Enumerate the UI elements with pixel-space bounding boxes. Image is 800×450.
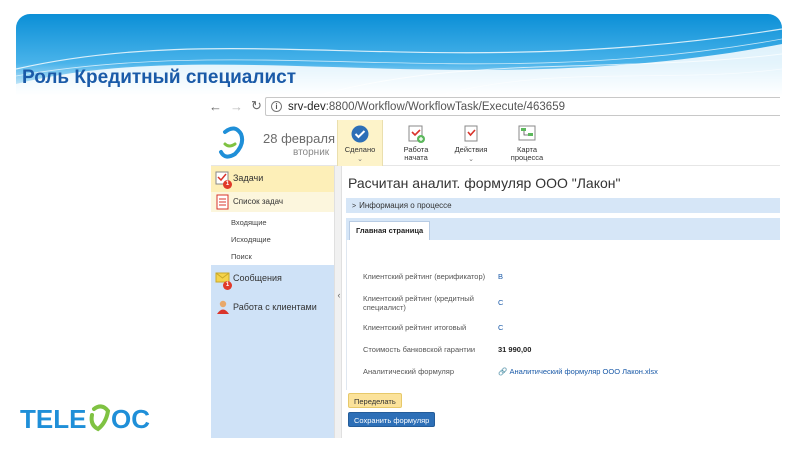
attachment-link[interactable]: 🔗 Аналитический формуляр ООО Лакон.xlsx bbox=[498, 367, 658, 376]
address-bar[interactable]: i srv-dev:8800/Workflow/WorkflowTask/Exe… bbox=[265, 97, 780, 116]
slide-title: Роль Кредитный специалист bbox=[22, 67, 296, 88]
workflow-app: 28 февраля вторник Сделано ⌄ Работа нача… bbox=[211, 120, 780, 438]
info-icon[interactable]: i bbox=[271, 101, 282, 112]
arrow-right-icon[interactable]: → bbox=[230, 99, 243, 114]
field-value: C bbox=[498, 323, 504, 332]
app-header: 28 февраля вторник Сделано ⌄ Работа нача… bbox=[211, 120, 780, 166]
sidebar-item-outgoing[interactable]: Исходящие bbox=[211, 231, 334, 248]
arrow-left-icon[interactable]: ← bbox=[209, 99, 222, 114]
work-started-icon bbox=[408, 125, 425, 143]
process-info-toggle[interactable]: > Информация о процессе bbox=[346, 198, 780, 213]
attachment-name: Аналитический формуляр ООО Лакон.xlsx bbox=[509, 367, 658, 376]
chevron-down-icon: ⌄ bbox=[357, 156, 363, 163]
task-list-icon bbox=[216, 194, 229, 210]
field-label: Клиентский рейтинг (кредитный специалист… bbox=[363, 294, 474, 312]
done-button[interactable]: Сделано ⌄ bbox=[337, 120, 383, 166]
url-host: srv-dev bbox=[288, 100, 326, 113]
process-map-label: Карта процесса bbox=[510, 145, 544, 162]
tasks-badge: 1 bbox=[223, 180, 232, 189]
sidebar-item-tasks[interactable]: 1 Задачи bbox=[211, 166, 334, 192]
sidebar-item-task-list[interactable]: Список задач bbox=[211, 192, 334, 212]
field-label: Стоимость банковской гарантии bbox=[363, 345, 476, 354]
field-label: Аналитический формуляр bbox=[363, 367, 455, 376]
current-date: 28 февраля bbox=[263, 131, 335, 146]
browser-screenshot: ← → ↻ i srv-dev:8800/Workflow/WorkflowTa… bbox=[203, 94, 780, 438]
field-label: Клиентский рейтинг итоговый bbox=[363, 323, 467, 332]
process-map-icon bbox=[518, 125, 536, 141]
sidebar-item-search[interactable]: Поиск bbox=[211, 248, 334, 265]
process-map-button[interactable]: Карта процесса bbox=[505, 120, 549, 166]
chevron-down-icon: ⌄ bbox=[468, 156, 474, 163]
sidebar: 1 Задачи Список задач Входящие Исходящие… bbox=[211, 166, 334, 438]
messages-badge: 1 bbox=[223, 281, 232, 290]
sidebar-item-clients[interactable]: Работа с клиентами bbox=[211, 293, 334, 438]
teledoc-logo: TELE OC bbox=[20, 401, 160, 435]
field-value: C bbox=[498, 298, 504, 307]
tab-body: Клиентский рейтинг (верификатор) B Клиен… bbox=[346, 240, 780, 390]
done-check-icon bbox=[351, 125, 369, 143]
page-title: Расчитан аналит. формуляр ООО "Лакон" bbox=[348, 175, 621, 191]
done-label: Сделано bbox=[344, 145, 376, 154]
actions-button[interactable]: Действия ⌄ bbox=[451, 120, 491, 166]
sidebar-item-label: Список задач bbox=[233, 197, 284, 206]
sidebar-item-messages[interactable]: 1 Сообщения bbox=[211, 265, 334, 293]
field-label: Клиентский рейтинг (верификатор) bbox=[363, 272, 486, 281]
actions-icon bbox=[464, 125, 478, 142]
process-info-label: Информация о процессе bbox=[359, 201, 452, 210]
current-weekday: вторник bbox=[293, 147, 330, 158]
svg-text:TELE: TELE bbox=[20, 404, 86, 434]
save-form-button[interactable]: Сохранить формуляр bbox=[348, 412, 436, 427]
work-started-label: Работа начата bbox=[403, 145, 429, 162]
svg-text:OC: OC bbox=[111, 404, 150, 434]
sidebar-item-incoming[interactable]: Входящие bbox=[211, 214, 334, 231]
actions-label: Действия bbox=[454, 145, 488, 154]
tab-main-page[interactable]: Главная страница bbox=[349, 221, 431, 240]
sidebar-item-label: Задачи bbox=[233, 173, 264, 183]
work-started-button[interactable]: Работа начата bbox=[391, 120, 441, 166]
url-path: :8800/Workflow/WorkflowTask/Execute/4636… bbox=[325, 100, 565, 113]
sidebar-item-label: Сообщения bbox=[233, 273, 282, 283]
reassign-button[interactable]: Переделать bbox=[348, 393, 402, 408]
sidebar-collapse-handle[interactable]: ‹ bbox=[334, 166, 342, 438]
main-content: Расчитан аналит. формуляр ООО "Лакон" > И… bbox=[342, 166, 780, 438]
app-logo-icon bbox=[217, 126, 247, 160]
paperclip-icon: 🔗 bbox=[498, 367, 508, 376]
slide: Роль Кредитный специалист TELE OC ← → ↻ … bbox=[0, 0, 800, 450]
field-value: B bbox=[498, 272, 504, 281]
sidebar-item-label: Работа с клиентами bbox=[233, 302, 317, 312]
field-value: 31 990,00 bbox=[498, 345, 532, 354]
person-icon bbox=[217, 300, 229, 314]
tabs-strip: Главная страница bbox=[346, 218, 780, 240]
chevron-right-icon: > bbox=[352, 203, 357, 210]
reload-icon[interactable]: ↻ bbox=[251, 98, 262, 114]
